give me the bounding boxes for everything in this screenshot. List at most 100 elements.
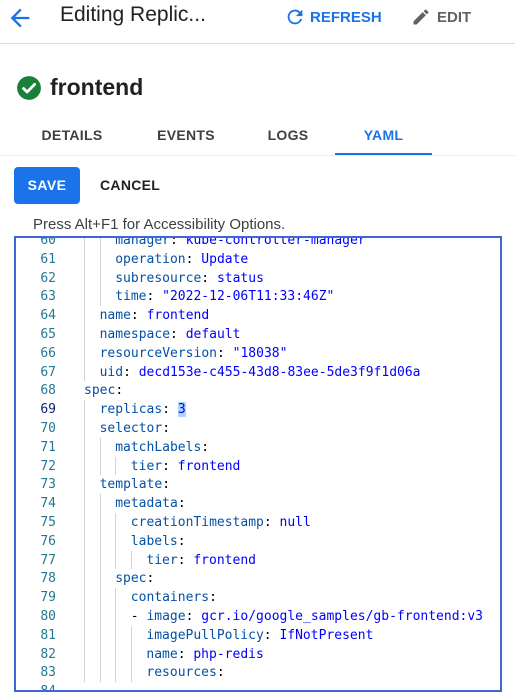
editor-line[interactable]: 76 labels: [16,531,500,551]
back-button[interactable] [6,4,36,32]
editor-line[interactable]: 60 manager: kube-controller-manager [16,236,500,250]
tab-details[interactable]: DETAILS [16,118,128,156]
indent-guide [115,625,117,645]
tab-events[interactable]: EVENTS [140,118,232,156]
code-text: tier: frontend [130,458,241,474]
yaml-value: default [185,327,241,342]
editor-line[interactable]: 77 tier: frontend [16,550,500,570]
code-text: tier: frontend [146,552,256,568]
yaml-editor[interactable]: 60 manager: kube-controller-manager 61 oper… [14,236,502,692]
resource-name: frontend [50,74,144,100]
save-button[interactable]: SAVE [14,167,80,204]
indent-guide [84,644,85,664]
indent-guide [130,644,132,664]
editor-line[interactable]: 79 containers: [16,588,500,607]
indent-guide [99,437,101,457]
yaml-key: operation [115,251,186,267]
line-number: 69 [40,402,56,418]
yaml-key: selector [99,421,163,436]
yaml-value: gcr.io/google_samples/gb-frontend:v3 [201,609,484,624]
line-number: 78 [40,571,56,587]
indent-guide [115,588,117,607]
code-text: replicas: 3 [99,402,186,418]
line-number: 68 [40,383,56,399]
editor-line[interactable]: 82 name: php-redis [16,644,500,664]
indent-guide [115,663,117,683]
indent-guide [99,287,101,307]
code-text: name: frontend [99,308,210,324]
indent-guide [84,531,85,551]
line-number: 80 [40,609,56,624]
yaml-value: frontend [193,552,256,568]
indent-guide [84,550,85,570]
editor-line[interactable]: 68 spec: [16,381,500,400]
editor-line[interactable]: 69 replicas: 3 [16,400,500,419]
yaml-key: time [115,289,147,305]
refresh-button[interactable]: REFRESH [284,4,382,30]
tab-logs[interactable]: LOGS [248,118,328,156]
editor-line[interactable]: 66 resourceVersion: "18038" [16,343,500,363]
indent-guide [84,663,85,683]
tab-yaml[interactable]: YAML [335,118,432,156]
line-number: 70 [40,421,56,436]
indent-guide [99,513,101,532]
editor-line[interactable]: 78 spec: [16,569,500,589]
code-text: operation: Update [115,251,249,267]
indent-guide [130,663,132,683]
yaml-key: tier [146,552,178,568]
yaml-key: name [146,646,178,662]
line-number: 77 [40,552,56,568]
editor-line[interactable]: 71 matchLabels: [16,437,500,457]
indent-guide [130,550,132,570]
indent-guide [99,268,101,288]
editor-line[interactable]: 62 subresource: status [16,268,500,288]
editor-line[interactable]: 80 - image: gcr.io/google_samples/gb-fron… [16,607,500,626]
yaml-key: spec [84,383,116,399]
edit-label: EDIT [437,8,472,26]
edit-button[interactable]: EDIT [411,4,471,30]
line-number: 64 [40,308,56,324]
line-number: 75 [40,515,56,530]
tabs-underline [0,155,515,156]
yaml-key: image [146,609,186,624]
yaml-value: frontend [146,308,210,324]
editor-line[interactable]: 61 operation: Update [16,249,500,269]
yaml-value: null [279,515,311,530]
code-text: - image: gcr.io/google_samples/gb-fronte… [130,609,484,624]
indent-guide [84,400,85,419]
yaml-key: matchLabels [115,439,202,455]
editor-line[interactable]: 75 creationTimestamp: null [16,513,500,532]
yaml-key: template [99,477,163,493]
code-text: namespace: default [99,327,241,342]
yaml-value: status [216,270,264,286]
editor-line[interactable]: 73 template: [16,475,500,495]
editor-line[interactable]: 65 namespace: default [16,325,500,344]
line-number: 60 [40,236,56,248]
code-text: matchLabels: [115,439,210,455]
refresh-icon [287,9,303,25]
editor-line[interactable]: 72 tier: frontend [16,456,500,476]
indent-guide [84,306,85,325]
yaml-value: php-redis [193,646,264,662]
line-number: 63 [40,289,56,305]
line-number: 73 [40,477,56,493]
yaml-key: tier [130,458,163,474]
yaml-value: Update [201,251,249,267]
editor-line[interactable]: 70 selector: [16,419,500,438]
refresh-label: REFRESH [310,8,382,26]
yaml-value: IfNotPresent [279,627,374,643]
editor-line[interactable]: 81 imagePullPolicy: IfNotPresent [16,625,500,645]
arrow-back-icon [10,8,30,28]
resource-header: frontend [16,74,143,101]
editor-line[interactable]: 67 uid: decd153e-c455-43d8-83ee-5de3f9f1d… [16,362,500,382]
editor-line[interactable]: 84 [16,682,500,690]
code-text: containers: [130,590,217,606]
cancel-button[interactable]: CANCEL [100,167,160,204]
editor-line[interactable]: 74 metadata: [16,494,500,513]
editor-line[interactable]: 63 time: "2022-12-06T11:33:46Z" [16,287,500,307]
editor-line[interactable]: 83 resources: [16,663,500,683]
line-number: 76 [40,533,56,549]
indent-guide [84,437,85,457]
editor-line[interactable]: 64 name: frontend [16,306,500,325]
line-number: 81 [40,627,56,643]
